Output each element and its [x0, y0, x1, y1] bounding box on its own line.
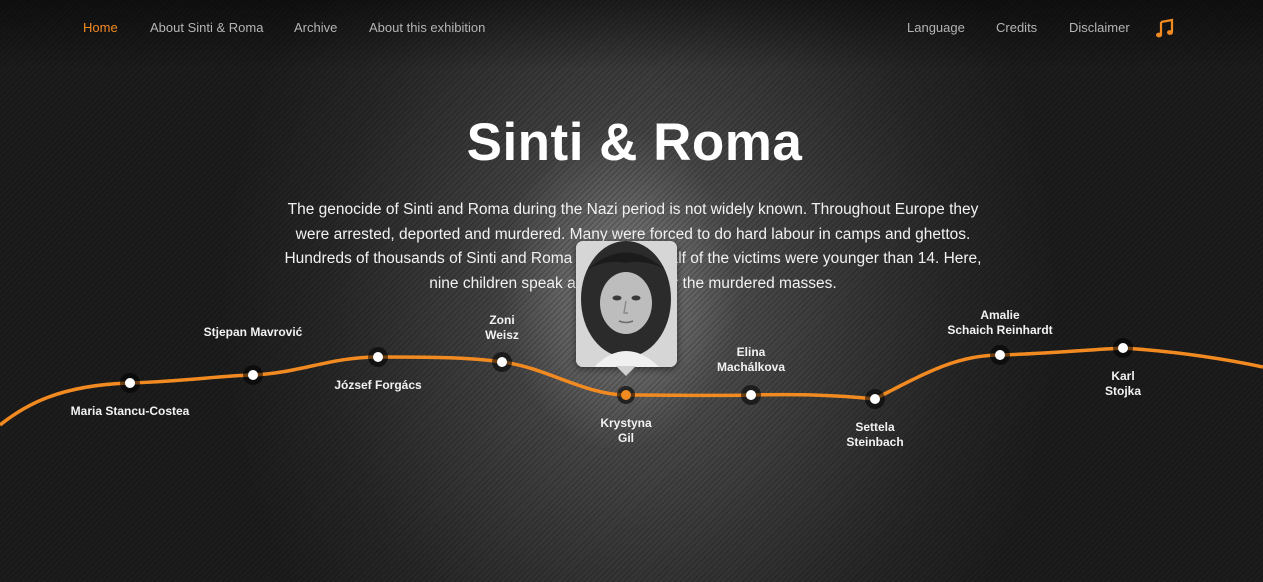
- timeline-point-stjepan[interactable]: [248, 370, 258, 380]
- timeline-point-krystyna[interactable]: [621, 390, 631, 400]
- timeline-point-maria[interactable]: [125, 378, 135, 388]
- timeline-point-elina[interactable]: [746, 390, 756, 400]
- timeline-label-elina[interactable]: Elina Machálkova: [717, 345, 785, 375]
- timeline-point-amalie[interactable]: [995, 350, 1005, 360]
- timeline-label-krystyna[interactable]: Krystyna Gil: [600, 416, 651, 446]
- timeline-label-karl[interactable]: Karl Stojka: [1105, 369, 1141, 399]
- timeline-label-settela[interactable]: Settela Steinbach: [846, 420, 903, 450]
- timeline-point-karl[interactable]: [1118, 343, 1128, 353]
- child-photo-preview[interactable]: [576, 241, 677, 367]
- photo-pointer: [616, 366, 636, 376]
- timeline-point-settela[interactable]: [870, 394, 880, 404]
- timeline-label-maria[interactable]: Maria Stancu-Costea: [71, 404, 190, 419]
- timeline-label-amalie[interactable]: Amalie Schaich Reinhardt: [947, 308, 1052, 338]
- timeline-point-zoni[interactable]: [497, 357, 507, 367]
- child-portrait-image: [576, 241, 677, 367]
- timeline-point-jozsef[interactable]: [373, 352, 383, 362]
- timeline-label-stjepan[interactable]: Stjepan Mavrović: [204, 325, 303, 340]
- timeline-label-jozsef[interactable]: József Forgács: [334, 378, 421, 393]
- timeline-label-zoni[interactable]: Zoni Weisz: [485, 313, 519, 343]
